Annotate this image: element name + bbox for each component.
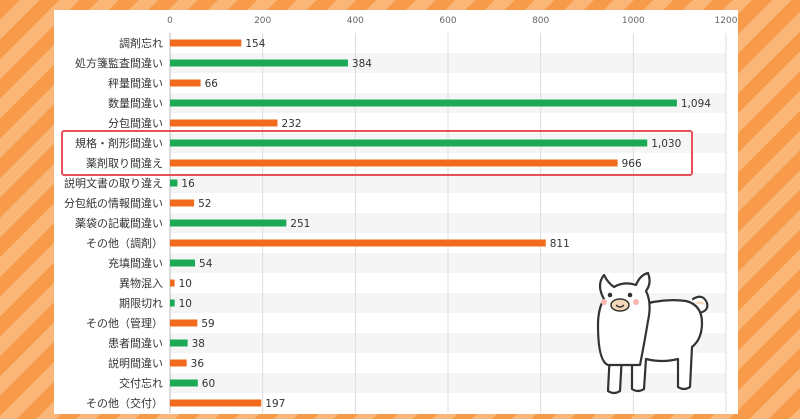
bar xyxy=(170,339,188,347)
x-tick-label: 1200 xyxy=(715,16,738,26)
value-label: 811 xyxy=(550,238,570,250)
value-label: 16 xyxy=(181,178,195,190)
category-label: その他（管理） xyxy=(86,316,163,330)
bar xyxy=(170,399,262,407)
value-label: 154 xyxy=(245,38,265,50)
x-tick-label: 600 xyxy=(439,16,456,26)
category-label: その他（調剤） xyxy=(86,236,163,250)
bar xyxy=(170,299,175,307)
value-label: 1,030 xyxy=(651,138,681,150)
category-label: その他（交付） xyxy=(86,396,163,410)
category-label: 分包紙の情報間違い xyxy=(64,196,163,210)
category-label: 薬剤取り間違え xyxy=(86,156,163,170)
category-labels: 調剤忘れ処方箋監査間違い秤量間違い数量間違い分包間違い規格・剤形間違い薬剤取り間… xyxy=(64,36,163,410)
category-label: 交付忘れ xyxy=(119,376,163,390)
bar xyxy=(170,279,175,287)
value-label: 66 xyxy=(205,78,219,90)
category-label: 規格・剤形間違い xyxy=(75,136,163,150)
x-tick-label: 1000 xyxy=(622,16,645,26)
value-label: 251 xyxy=(290,218,310,230)
bar xyxy=(170,159,618,167)
bar xyxy=(170,179,178,187)
value-label: 1,094 xyxy=(681,98,711,110)
value-label: 59 xyxy=(201,318,214,330)
category-label: 説明間違い xyxy=(108,356,163,370)
value-label: 10 xyxy=(179,298,192,310)
bar xyxy=(170,359,187,367)
bar xyxy=(170,79,201,87)
value-label: 54 xyxy=(199,258,213,270)
x-tick-label: 0 xyxy=(167,16,173,26)
bar xyxy=(170,379,198,387)
bar xyxy=(170,319,198,327)
value-label: 384 xyxy=(352,58,372,70)
category-label: 処方箋監査間違い xyxy=(75,56,163,70)
value-label: 38 xyxy=(192,338,205,350)
category-label: 説明文書の取り違え xyxy=(64,176,163,190)
alpaca-illustration xyxy=(596,271,709,395)
bar xyxy=(170,199,195,207)
category-label: 薬袋の記載間違い xyxy=(75,216,163,230)
value-label: 10 xyxy=(179,278,192,290)
category-label: 数量間違い xyxy=(108,97,163,110)
category-label: 秤量間違い xyxy=(108,77,163,90)
x-tick-label: 400 xyxy=(347,16,364,26)
category-label: 期限切れ xyxy=(119,297,163,310)
bar xyxy=(170,39,242,47)
x-axis-ticks: 0 200 400 600 800 1000 1200 xyxy=(167,16,738,26)
value-label: 197 xyxy=(265,398,285,410)
bar xyxy=(170,259,196,267)
bar xyxy=(170,239,546,247)
value-label: 232 xyxy=(281,118,301,130)
category-label: 異物混入 xyxy=(119,276,163,290)
value-label: 60 xyxy=(202,378,215,390)
bar xyxy=(170,119,278,127)
x-tick-label: 200 xyxy=(254,16,271,26)
bar xyxy=(170,59,348,67)
category-label: 調剤忘れ xyxy=(119,36,163,50)
bar xyxy=(170,219,287,227)
category-label: 患者間違い xyxy=(108,337,163,350)
bar xyxy=(170,99,677,107)
value-label: 36 xyxy=(191,358,205,370)
bar xyxy=(170,139,648,147)
x-tick-label: 800 xyxy=(532,16,549,26)
category-label: 分包間違い xyxy=(108,117,163,130)
value-label: 52 xyxy=(198,198,211,210)
value-label: 966 xyxy=(622,158,642,170)
category-label: 充填間違い xyxy=(108,256,163,270)
